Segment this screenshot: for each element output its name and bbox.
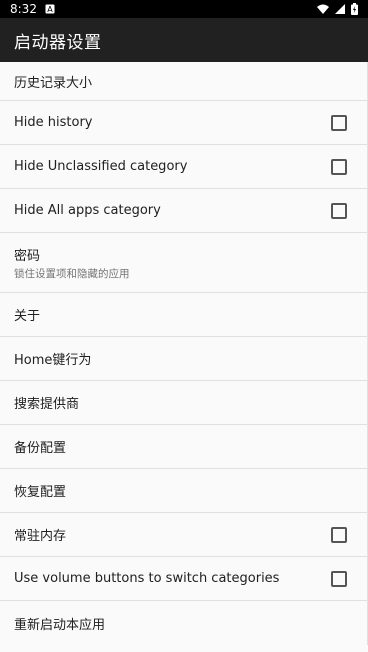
setting-title: Hide history [14,115,93,130]
battery-icon [351,3,358,15]
setting-title: 历史记录大小 [14,75,93,91]
setting-hide-history[interactable]: Hide history [0,101,367,145]
status-time: 8:32 [10,2,37,16]
setting-title: 密码 [14,248,41,264]
setting-title: 常驻内存 [14,529,67,544]
setting-summary: 锁住设置项和隐藏的应用 [14,267,130,280]
setting-title: 备份配置 [14,441,67,456]
setting-texts: 密码 锁住设置项和隐藏的应用 [14,245,130,281]
sim-a-icon: A [45,4,55,14]
setting-home-key[interactable]: Home键行为 [0,337,367,381]
setting-title: Hide Unclassified category [14,159,188,174]
setting-title: 重新启动本应用 [14,617,106,633]
hide-unclassified-checkbox[interactable] [331,158,347,175]
setting-backup[interactable]: 备份配置 [0,425,367,469]
page-title: 启动器设置 [14,32,102,53]
setting-title: Hide All apps category [14,203,161,218]
setting-title: 恢复配置 [14,485,67,500]
setting-hide-unclassified[interactable]: Hide Unclassified category [0,145,367,189]
setting-password[interactable]: 密码 锁住设置项和隐藏的应用 [0,233,367,293]
wifi-icon [317,4,329,14]
setting-about[interactable]: 关于 [0,293,367,337]
hide-history-checkbox[interactable] [331,114,347,131]
setting-search-provider[interactable]: 搜索提供商 [0,381,367,425]
setting-title: Home键行为 [14,353,92,368]
hide-all-apps-checkbox[interactable] [331,202,347,219]
setting-title: Use volume buttons to switch categories [14,571,280,586]
setting-title: 搜索提供商 [14,397,80,412]
signal-icon [335,4,345,14]
volume-buttons-checkbox[interactable] [331,570,347,587]
resident-memory-checkbox[interactable] [331,526,347,543]
app-bar: 启动器设置 [0,18,368,62]
svg-text:A: A [47,5,53,14]
setting-restore[interactable]: 恢复配置 [0,469,367,513]
setting-hide-all-apps[interactable]: Hide All apps category [0,189,367,233]
setting-volume-buttons[interactable]: Use volume buttons to switch categories [0,557,367,601]
setting-history-size[interactable]: 历史记录大小 [0,62,367,101]
setting-title: 关于 [14,309,41,324]
setting-resident-memory[interactable]: 常驻内存 [0,513,367,557]
status-bar: 8:32 A [0,0,368,18]
setting-restart[interactable]: 重新启动本应用 [0,601,367,645]
settings-list: 历史记录大小 Hide history Hide Unclassified ca… [0,62,368,645]
